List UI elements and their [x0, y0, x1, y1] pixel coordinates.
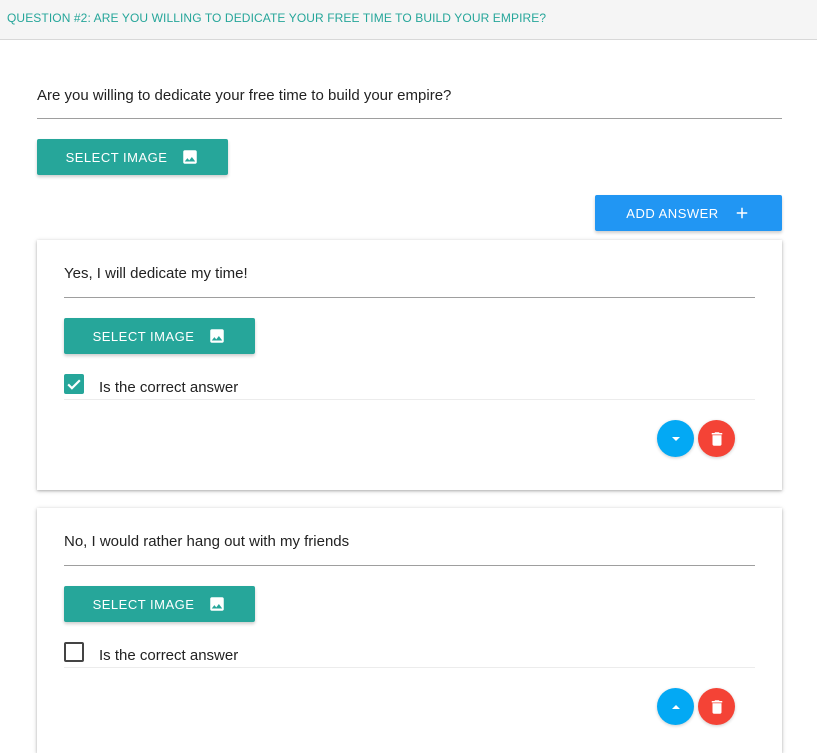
trash-icon: [711, 699, 722, 714]
image-icon: [210, 329, 225, 343]
plus-icon: [736, 207, 747, 219]
question-text-field[interactable]: Are you willing to dedicate your free ti…: [37, 87, 451, 104]
delete-answer-button[interactable]: [698, 420, 735, 457]
move-up-button[interactable]: [657, 688, 694, 725]
add-answer-label: ADD ANSWER: [626, 205, 719, 221]
answer-select-image-button[interactable]: SELECT IMAGE: [64, 586, 255, 622]
correct-answer-label: Is the correct answer: [99, 379, 239, 396]
chevron-down-icon: [671, 436, 680, 441]
question-header: QUESTION #2: ARE YOU WILLING TO DEDICATE…: [0, 0, 817, 40]
select-image-label: SELECT IMAGE: [92, 596, 195, 612]
delete-answer-button[interactable]: [698, 688, 735, 725]
question-header-title: QUESTION #2: ARE YOU WILLING TO DEDICATE…: [7, 11, 547, 25]
question-text-underline: [37, 118, 782, 119]
correct-answer-checkbox[interactable]: [64, 374, 84, 394]
chevron-up-icon: [671, 704, 680, 709]
add-answer-button[interactable]: ADD ANSWER: [595, 195, 782, 231]
answer-text-underline: [64, 297, 755, 298]
divider: [64, 399, 755, 400]
answer-text-field[interactable]: Yes, I will dedicate my time!: [64, 265, 248, 282]
select-image-label: SELECT IMAGE: [92, 328, 195, 344]
correct-answer-checkbox[interactable]: [64, 642, 84, 662]
answer-select-image-button[interactable]: SELECT IMAGE: [64, 318, 255, 354]
image-icon: [183, 150, 198, 164]
select-image-label: SELECT IMAGE: [65, 149, 168, 165]
trash-icon: [711, 431, 722, 446]
move-down-button[interactable]: [657, 420, 694, 457]
answer-text-field[interactable]: No, I would rather hang out with my frie…: [64, 533, 349, 550]
answer-card: Yes, I will dedicate my time! SELECT IMA…: [37, 240, 782, 490]
answer-text-underline: [64, 565, 755, 566]
image-icon: [210, 597, 225, 611]
check-icon: [67, 379, 81, 390]
correct-answer-label: Is the correct answer: [99, 647, 239, 664]
divider: [64, 667, 755, 668]
answer-card: No, I would rather hang out with my frie…: [37, 508, 782, 753]
question-select-image-button[interactable]: SELECT IMAGE: [37, 139, 228, 175]
